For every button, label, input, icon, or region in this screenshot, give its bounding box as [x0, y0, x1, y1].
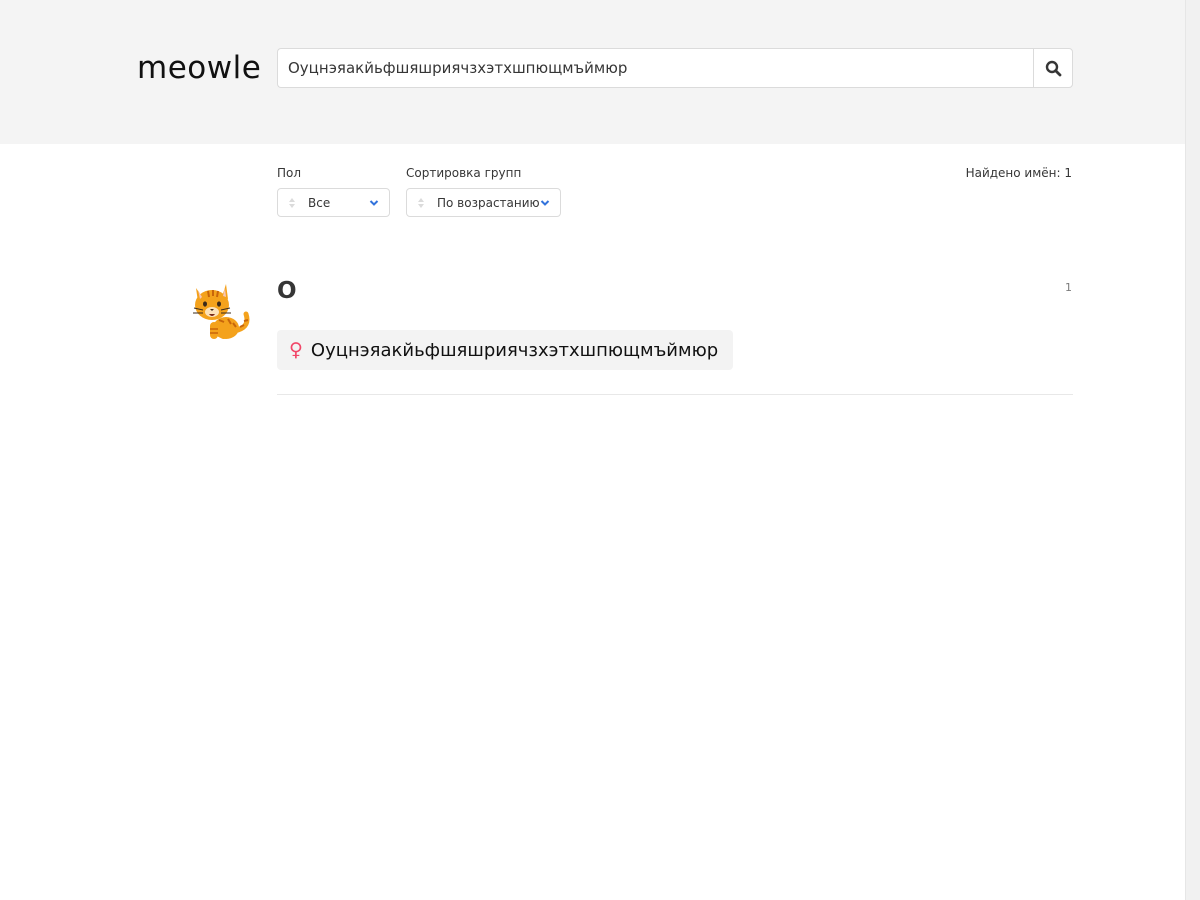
- name-label: Оуцнэяакйьфшяшриячзхэтхшпющмъймюр: [310, 339, 719, 361]
- search-icon: [1045, 60, 1061, 76]
- cat-icon: [193, 284, 250, 339]
- gender-select[interactable]: Все: [277, 188, 390, 217]
- female-icon: ♀: [289, 339, 303, 361]
- name-tag[interactable]: ♀ Оуцнэяакйьфшяшриячзхэтхшпющмъймюр: [277, 330, 734, 370]
- found-count: Найдено имён: 1: [965, 166, 1072, 180]
- gender-filter-label: Пол: [277, 166, 302, 180]
- search-button[interactable]: [1033, 48, 1073, 88]
- search-input[interactable]: [277, 48, 1033, 88]
- group-count: 1: [1065, 281, 1072, 294]
- logo[interactable]: meowle: [137, 50, 261, 86]
- scrollbar[interactable]: [1185, 0, 1200, 900]
- sort-updown-icon: [289, 198, 295, 208]
- sort-select[interactable]: По возрастанию: [406, 188, 561, 217]
- sort-filter-label: Сортировка групп: [406, 166, 522, 180]
- search-bar: [277, 48, 1073, 88]
- chevron-down-icon: [540, 200, 550, 206]
- divider: [277, 394, 1073, 395]
- chevron-down-icon: [369, 200, 379, 206]
- gender-select-value: Все: [308, 196, 331, 210]
- header: meowle: [0, 0, 1185, 144]
- group-letter: О: [277, 278, 297, 304]
- sort-select-value: По возрастанию: [437, 196, 540, 210]
- sort-updown-icon: [418, 198, 424, 208]
